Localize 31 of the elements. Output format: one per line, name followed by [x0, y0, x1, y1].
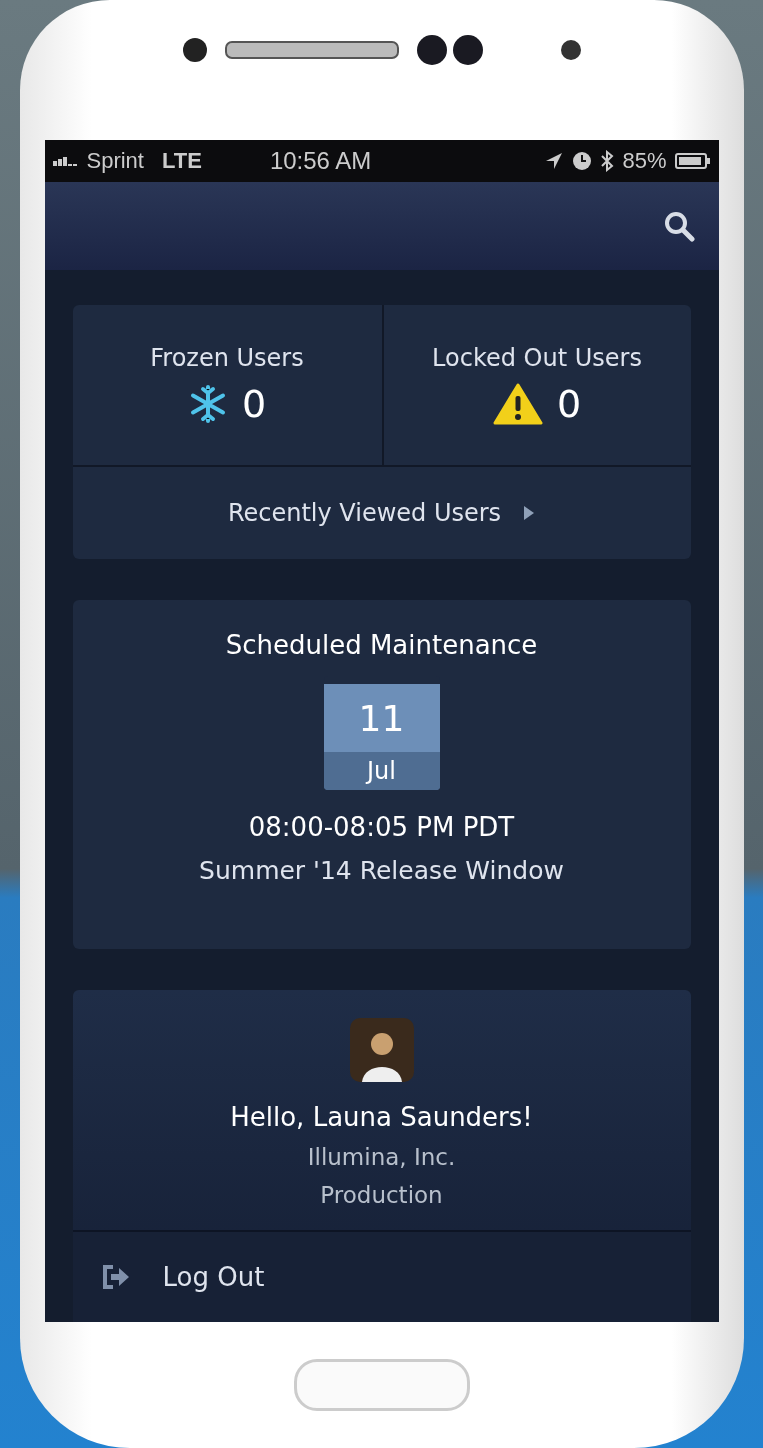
greeting-text: Hello, Launa Saunders! [230, 1102, 533, 1132]
camera-dot [182, 38, 207, 62]
stat-label: Locked Out Users [432, 344, 642, 372]
battery-icon [674, 152, 711, 170]
calendar-day: 11 [323, 684, 440, 752]
warning-icon [492, 383, 543, 425]
network-type: LTE [162, 148, 202, 174]
signal-icon [52, 156, 79, 166]
logout-icon [100, 1263, 131, 1291]
org-name: Production [320, 1182, 443, 1208]
maintenance-name: Summer '14 Release Window [199, 856, 564, 885]
triangle-right-icon [523, 505, 536, 521]
avatar-silhouette [349, 1018, 414, 1082]
location-arrow-icon [544, 151, 565, 171]
sensor-dots [416, 35, 483, 65]
recently-viewed-users-link[interactable]: Recently Viewed Users [72, 467, 691, 559]
stat-count: 0 [556, 382, 582, 426]
front-camera [560, 40, 581, 60]
calendar-month: Jul [323, 752, 440, 790]
stat-label: Frozen Users [150, 344, 304, 372]
maintenance-time: 08:00-08:05 PM PDT [248, 812, 515, 842]
clock-time: 10:56 AM [269, 147, 372, 175]
stat-count: 0 [241, 382, 267, 426]
maintenance-title: Scheduled Maintenance [225, 630, 538, 660]
search-icon[interactable] [662, 210, 695, 242]
company-name: Illumina, Inc. [307, 1144, 456, 1170]
battery-percent: 85% [622, 148, 667, 174]
log-out-button[interactable]: Log Out [72, 1232, 691, 1322]
clock-icon [572, 151, 593, 171]
carrier-name: Sprint [86, 148, 144, 174]
bluetooth-icon [600, 150, 615, 172]
